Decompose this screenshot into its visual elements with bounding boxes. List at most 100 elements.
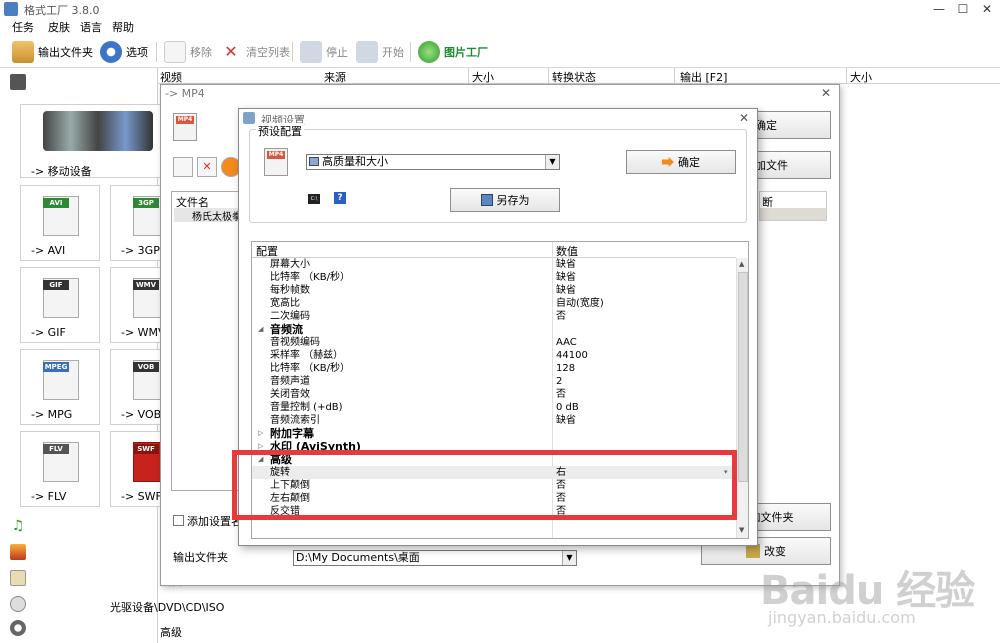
grid-row[interactable]: 音视频编码 AAC	[252, 336, 736, 349]
video-settings-close-button[interactable]: ✕	[739, 111, 749, 125]
grid-row[interactable]: 宽高比 自动(宽度)	[252, 297, 736, 310]
preset-ok-button[interactable]: 确定	[626, 150, 736, 174]
output-folder-combo[interactable]: D:\My Documents\桌面 ▼	[293, 550, 577, 566]
setting-value[interactable]: 44100	[556, 349, 588, 362]
add-icon[interactable]	[173, 157, 193, 177]
grid-row[interactable]: 关闭音效 否	[252, 388, 736, 401]
setting-value[interactable]: 否	[556, 310, 566, 323]
help-icon[interactable]: ?	[334, 192, 346, 204]
category-advanced-label[interactable]: 高级	[160, 624, 182, 640]
grid-row[interactable]: 二次编码 否	[252, 310, 736, 323]
setting-value[interactable]: 缺省	[556, 284, 576, 297]
highlight-box	[232, 450, 737, 520]
dialog-icon	[243, 112, 255, 124]
scroll-thumb[interactable]	[738, 272, 748, 482]
remove-button[interactable]: 移除	[164, 40, 212, 64]
col-output: 输出 [F2]	[680, 71, 728, 84]
grid-row[interactable]: 音频流索引 缺省	[252, 414, 736, 427]
arrow-right-icon	[662, 157, 674, 167]
image-category-icon[interactable]	[10, 544, 26, 560]
stop-button[interactable]: 停止	[300, 40, 348, 64]
scroll-up-icon[interactable]: ▲	[739, 260, 744, 268]
expand-triangle-icon[interactable]: ◢	[258, 323, 263, 336]
magnifier-icon	[418, 41, 440, 63]
remove-icon	[164, 41, 186, 63]
output-folder-label: 输出文件夹	[173, 551, 228, 564]
delete-icon[interactable]: ✕	[197, 157, 217, 177]
col-status: 转换状态	[552, 71, 596, 84]
phones-icon	[43, 111, 153, 151]
folder-icon	[12, 41, 34, 63]
baidu-watermark: Baidu 经验 jingyan.baidu.com	[760, 568, 975, 627]
audio-category-icon[interactable]: ♫	[10, 518, 26, 534]
grid-scrollbar[interactable]: ▲ ▼	[736, 258, 748, 538]
setting-value[interactable]: 0 dB	[556, 401, 579, 414]
video-category-icon[interactable]	[10, 74, 26, 90]
file-list-right-pane: 断	[759, 191, 827, 221]
chevron-down-icon[interactable]: ▼	[562, 551, 576, 565]
tile-flv[interactable]: FLV -> FLV	[20, 431, 100, 507]
options-button[interactable]: 选项	[100, 40, 148, 64]
setting-value[interactable]: 128	[556, 362, 575, 375]
grid-row[interactable]: 音量控制 (+dB) 0 dB	[252, 401, 736, 414]
scroll-down-icon[interactable]: ▼	[739, 526, 744, 534]
menu-help[interactable]: 帮助	[112, 19, 134, 35]
setting-key: 音频声道	[270, 376, 310, 387]
maximize-button[interactable]: ☐	[950, 0, 976, 18]
grid-row[interactable]: 采样率 （赫兹） 44100	[252, 349, 736, 362]
preset-group: 预设配置 MP4 高质量和大小 ▼ 确定 C:\ ? 另存为	[249, 123, 747, 223]
gear-icon	[100, 41, 122, 63]
output-folder-button[interactable]: 输出文件夹	[12, 40, 93, 64]
setting-value[interactable]: 缺省	[556, 258, 576, 271]
clear-list-button[interactable]: ✕ 清空列表	[220, 40, 290, 64]
tile-avi[interactable]: AVI -> AVI	[20, 185, 100, 261]
disc-category-icon[interactable]	[10, 596, 26, 612]
grid-row[interactable]: 每秒帧数 缺省	[252, 284, 736, 297]
grid-row[interactable]: 比特率 （KB/秒） 128	[252, 362, 736, 375]
setting-value[interactable]: 否	[556, 388, 566, 401]
grid-section[interactable]: ◢ 音频流	[252, 323, 736, 336]
minimize-button[interactable]: —	[926, 0, 952, 18]
toolbar: 输出文件夹 选项 移除 ✕ 清空列表 停止 开始 图片工厂	[0, 36, 1000, 68]
console-icon[interactable]: C:\	[308, 194, 320, 204]
setting-key: 二次编码	[270, 311, 310, 322]
document-category-icon[interactable]	[10, 570, 26, 586]
setting-value[interactable]: AAC	[556, 336, 577, 349]
tile-gif[interactable]: GIF -> GIF	[20, 267, 100, 343]
menu-language[interactable]: 语言	[80, 19, 102, 35]
grid-row[interactable]: 屏幕大小 缺省	[252, 258, 736, 271]
grid-row[interactable]: 比特率 （KB/秒） 缺省	[252, 271, 736, 284]
left-panel: -> 移动设备 AVI -> AVI 3GP -> 3GP GIF -> GIF…	[0, 68, 190, 643]
file-row[interactable]: 杨氏太极拳	[174, 208, 240, 223]
start-icon	[356, 41, 378, 63]
grid-row[interactable]: 音频声道 2	[252, 375, 736, 388]
advanced-category-icon[interactable]	[10, 620, 26, 636]
preset-combo[interactable]: 高质量和大小 ▼	[306, 154, 560, 170]
setting-key: 每秒帧数	[270, 285, 310, 296]
menu-skin[interactable]: 皮肤	[48, 19, 70, 35]
mp4-format-icon: MP4	[173, 113, 197, 141]
folder-icon	[746, 544, 760, 558]
setting-value[interactable]: 缺省	[556, 414, 576, 427]
file-list[interactable]: 文件名 杨氏太极拳	[171, 191, 241, 491]
chevron-down-icon[interactable]: ▼	[545, 155, 559, 169]
category-optical-label[interactable]: 光驱设备\DVD\CD\ISO	[110, 599, 224, 615]
save-as-button[interactable]: 另存为	[450, 188, 560, 212]
start-button[interactable]: 开始	[356, 40, 404, 64]
task-table-header: 视频 来源 大小 转换状态 输出 [F2] 大小	[158, 68, 1000, 84]
mp4-close-button[interactable]: ✕	[821, 86, 831, 100]
close-button[interactable]: ✕	[974, 0, 1000, 18]
menu-task[interactable]: 任务	[12, 19, 34, 35]
setting-value[interactable]: 2	[556, 375, 562, 388]
title-bar: 格式工厂 3.8.0 — ☐ ✕	[0, 0, 1000, 18]
tile-mpg[interactable]: MPEG -> MPG	[20, 349, 100, 425]
add-settings-checkbox[interactable]	[173, 515, 184, 526]
tile-mobile[interactable]: -> 移动设备	[20, 104, 170, 178]
grid-section[interactable]: ▷ 附加字幕	[252, 427, 736, 440]
image-factory-button[interactable]: 图片工厂	[418, 40, 488, 64]
setting-key: 音量控制 (+dB)	[270, 402, 343, 413]
expand-triangle-icon[interactable]: ▷	[258, 427, 263, 440]
setting-key: 比特率 （KB/秒）	[270, 272, 350, 283]
setting-value[interactable]: 缺省	[556, 271, 576, 284]
setting-value[interactable]: 自动(宽度)	[556, 297, 604, 310]
